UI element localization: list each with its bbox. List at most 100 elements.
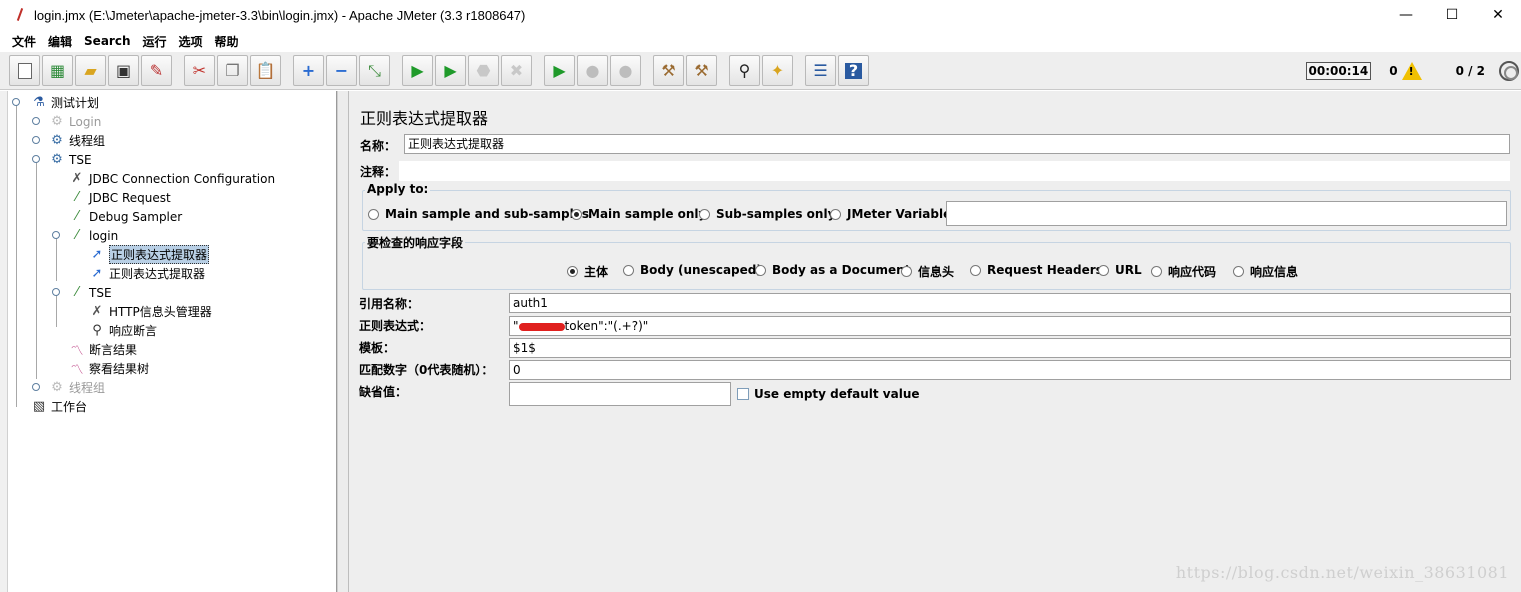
paste-button[interactable]: 📋 [250,55,281,86]
tree-toggle[interactable] [32,383,40,391]
tree-toggle[interactable] [52,231,60,239]
tree-toggle[interactable] [32,155,40,163]
expand-all-button[interactable]: + [293,55,324,86]
ref-name-field[interactable]: auth1 [509,293,1511,313]
comment-field[interactable] [399,161,1510,181]
radio-response-code[interactable]: 响应代码 [1151,263,1216,280]
name-field[interactable]: 正则表达式提取器 [404,134,1510,154]
radio-body-as-document[interactable]: Body as a Document [755,263,910,277]
collapse-all-button[interactable]: − [326,55,357,86]
radio-dot-selected [567,266,578,277]
tree-node-http-header-manager[interactable]: ✗ HTTP信息头管理器 [88,302,212,321]
remote-start-all-button[interactable]: ▶ [544,55,575,86]
test-plan-icon: ⚗ [33,95,45,110]
error-count: 0 [1389,64,1398,78]
play-no-pause-icon: ▶ [444,60,457,80]
copy-button[interactable]: ❐ [217,55,248,86]
radio-response-message[interactable]: 响应信息 [1233,263,1298,280]
remote-stop-all-button[interactable]: ● [577,55,608,86]
save-button[interactable]: ▣ [108,55,139,86]
template-field[interactable]: $1$ [509,338,1511,358]
radio-dot [901,266,912,277]
assertion-magnifier-icon: ⚲ [92,323,102,338]
tree-toggle[interactable] [12,98,20,106]
shutdown-button[interactable]: ✖ [501,55,532,86]
tree-node-debug-sampler[interactable]: ⁄ Debug Sampler [68,207,182,226]
warning-icon[interactable]: ! [1401,62,1422,80]
post-processor-icon: ➚ [91,266,103,281]
reset-search-button[interactable]: ✦ [762,55,793,86]
tree-node-thread-group[interactable]: ⚙ 线程组 [48,131,105,150]
match-no-field[interactable]: 0 [509,360,1511,380]
stop-button[interactable]: ⬣ [468,55,499,86]
use-empty-default-checkbox[interactable]: Use empty default value [737,387,920,401]
radio-sub-only[interactable]: Sub-samples only [699,207,835,221]
menu-run[interactable]: 运行 [136,33,172,50]
tree-node-view-results-tree[interactable]: 〽 察看结果树 [68,359,149,378]
default-value-field[interactable] [509,382,731,406]
tree-node-regex-extractor-selected[interactable]: ➚ 正则表达式提取器 [88,245,210,264]
remote-shutdown-all-button[interactable]: ● [610,55,641,86]
tree-node-jdbc-config[interactable]: ✗ JDBC Connection Configuration [68,169,276,188]
menu-options[interactable]: 选项 [173,33,209,50]
start-button[interactable]: ▶ [402,55,433,86]
radio-jmeter-variable[interactable]: JMeter Variable [830,207,951,221]
tree-node-workbench[interactable]: ▧ 工作台 [30,397,87,416]
save-as-button[interactable]: ✎ [141,55,172,86]
function-helper-button[interactable]: ☰ [805,55,836,86]
tree-node-thread-group-disabled[interactable]: ⚙ 线程组 [48,378,105,397]
radio-headers[interactable]: 信息头 [901,263,954,280]
redaction-mark [518,322,565,331]
menu-help[interactable]: 帮助 [209,33,245,50]
tree-node-login[interactable]: ⚙ Login [48,112,101,131]
tree-node-jdbc-request[interactable]: ⁄ JDBC Request [68,188,171,207]
jmeter-variable-field[interactable] [946,201,1507,226]
radio-body[interactable]: 主体 [567,263,608,280]
tree-toggle[interactable] [32,136,40,144]
new-button[interactable] [9,55,40,86]
cut-button[interactable]: ✂ [184,55,215,86]
copy-icon: ❐ [225,60,240,80]
shutdown-icon: ✖ [509,60,524,80]
tree-node-test-plan[interactable]: ⚗ 测试计划 [30,93,99,112]
split-pane-divider[interactable] [337,91,349,592]
tree-node-login-sampler[interactable]: ⁄ login [68,226,118,245]
tree-node-tse[interactable]: ⚙ TSE [48,150,91,169]
radio-main-and-sub[interactable]: Main sample and sub-samples [368,207,589,221]
minimize-button[interactable]: — [1383,0,1429,30]
help-button[interactable]: ? [838,55,869,86]
radio-url[interactable]: URL [1098,263,1142,277]
search-button[interactable]: ⚲ [729,55,760,86]
tree-node-response-assertion[interactable]: ⚲ 响应断言 [88,321,157,340]
radio-body-unescaped[interactable]: Body (unescaped) [623,263,762,277]
close-button[interactable]: ✕ [1475,0,1521,30]
toggle-button[interactable]: ⤡ [359,55,390,86]
radio-main-only[interactable]: Main sample only [571,207,706,221]
tree-node-tse-sampler[interactable]: ⁄ TSE [68,283,112,302]
menu-bar: 文件 编辑 Search 运行 选项 帮助 [0,30,1521,52]
start-no-pauses-button[interactable]: ▶ [435,55,466,86]
templates-icon: ▦ [49,60,66,80]
edit-pencil-icon: ✎ [149,60,164,80]
play-icon: ▶ [411,60,424,80]
workbench-icon: ▧ [32,399,46,414]
menu-search[interactable]: Search [78,34,136,48]
save-disk-icon: ▣ [115,60,132,80]
open-button[interactable]: ▰ [75,55,106,86]
tree-node-regex-extractor[interactable]: ➚ 正则表达式提取器 [88,264,205,283]
reset-broom-icon: ✦ [770,60,785,80]
regex-field[interactable]: " token":"(.+?)" [509,316,1511,336]
templates-button[interactable]: ▦ [42,55,73,86]
remote-start-icon: ▶ [553,60,566,80]
config-wrench-icon: ✗ [91,304,103,319]
menu-edit[interactable]: 编辑 [42,33,78,50]
radio-dot [623,264,634,276]
radio-request-headers[interactable]: Request Headers [970,263,1103,277]
tree-node-assertion-results[interactable]: 〽 断言结果 [68,340,137,359]
maximize-button[interactable]: ☐ [1429,0,1475,30]
tree-toggle[interactable] [32,117,40,125]
tree-toggle[interactable] [52,288,60,296]
clear-all-button[interactable]: ⚒ [686,55,717,86]
menu-file[interactable]: 文件 [6,33,42,50]
clear-button[interactable]: ⚒ [653,55,684,86]
